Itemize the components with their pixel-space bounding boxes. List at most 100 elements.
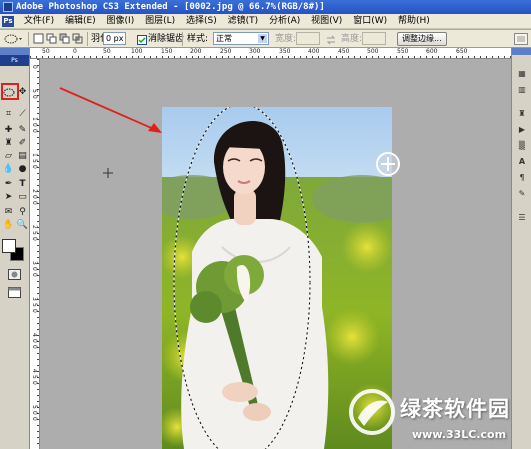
histogram-panel-icon[interactable]: ▥ (516, 84, 528, 95)
screen-mode-icon[interactable] (8, 286, 21, 299)
navigator-panel-icon[interactable]: ▦ (516, 68, 528, 79)
tools-palette: Ps ✥ ⌗ ⟋ ✚ ✎ ♜ ✐ ▱ ▤ 💧 ● ✒ T ➤ ▭ ✉ ⚲ ✋ 🔍 (0, 48, 30, 449)
window-title: Adobe Photoshop CS3 Extended - [0002.jpg… (16, 2, 325, 12)
ruler-tick-label: 600 (426, 48, 438, 55)
vertical-ruler[interactable]: 0 5 0 1 0 0 1 5 0 2 0 0 2 5 0 3 0 0 3 5 … (30, 59, 40, 449)
ruler-tick-label: 150 (161, 48, 173, 55)
photoshop-app-icon (3, 2, 13, 12)
hand-tool-icon[interactable]: ✋ (2, 219, 15, 232)
marquee-tool-highlight-box (1, 83, 19, 100)
photoshop-logo-icon: Ps (2, 16, 14, 27)
dodge-tool-icon[interactable]: ● (16, 163, 29, 176)
tools-palette-header[interactable] (0, 48, 29, 55)
ruler-tick-label: 250 (220, 48, 232, 55)
ruler-tick-label: 0 (31, 195, 38, 199)
ruler-tick-label: 5 (31, 375, 38, 379)
ruler-tick-label: 0 (31, 381, 38, 385)
type-tool-icon[interactable]: T (16, 178, 29, 191)
ruler-tick-label: 0 (31, 123, 38, 127)
menu-help[interactable]: 帮助(H) (394, 14, 434, 29)
ruler-tick-label: 0 (31, 267, 38, 271)
feather-input[interactable]: 0 px (103, 32, 127, 45)
quick-mask-icon[interactable] (8, 268, 21, 281)
ruler-tick-label: 4 (31, 369, 38, 373)
add-selection-cursor-icon (375, 151, 401, 180)
eraser-tool-icon[interactable]: ▱ (2, 150, 15, 163)
ruler-tick-label: 550 (397, 48, 409, 55)
ruler-tick-label: 5 (31, 405, 38, 409)
ruler-tick-label: 0 (31, 129, 38, 133)
width-input[interactable] (296, 32, 320, 45)
brush-tool-icon[interactable]: ✎ (16, 124, 29, 137)
clone-stamp-tool-icon[interactable]: ♜ (2, 137, 15, 150)
annotation-arrow-icon (58, 86, 164, 139)
horizontal-ruler[interactable]: 50 0 50 100 150 200 250 300 350 400 450 … (30, 48, 511, 59)
window-title-bar[interactable]: Adobe Photoshop CS3 Extended - [0002.jpg… (0, 0, 531, 14)
ruler-tick-label: 0 (73, 48, 77, 55)
ruler-tick-label: 0 (31, 273, 38, 277)
style-select-value: 正常 (216, 34, 232, 43)
history-panel-icon[interactable]: ♜ (516, 108, 528, 119)
menu-select[interactable]: 选择(S) (182, 14, 221, 29)
crop-tool-icon[interactable]: ⌗ (2, 108, 15, 121)
height-label: 高度: (341, 34, 363, 44)
refine-edge-button[interactable]: 调整边缘... (397, 32, 447, 46)
panels-header[interactable] (512, 48, 531, 55)
tool-options-bar: 羽化: 0 px 消除锯齿 样式: 正常 ▼ 宽度: 高度: 调整边缘... (0, 30, 531, 48)
layers-panel-icon[interactable]: ☰ (516, 212, 528, 223)
ruler-tick-label: 5 (31, 89, 38, 93)
ruler-tick-label: 1 (31, 153, 38, 157)
style-select[interactable]: 正常 ▼ (213, 32, 269, 45)
ruler-tick-label: 2 (31, 189, 38, 193)
menu-filter[interactable]: 滤镜(T) (224, 14, 263, 29)
foreground-color-swatch-front[interactable] (2, 239, 16, 253)
height-input[interactable] (362, 32, 386, 45)
ruler-tick-label: 200 (190, 48, 202, 55)
ruler-tick-label: 5 (31, 303, 38, 307)
menu-file[interactable]: 文件(F) (20, 14, 58, 29)
ruler-tick-label: 350 (279, 48, 291, 55)
eyedropper-tool-icon[interactable]: ⚲ (16, 206, 29, 219)
menu-window[interactable]: 窗口(W) (349, 14, 391, 29)
watermark-url: www.33LC.com (412, 428, 507, 441)
ruler-tick-label: 50 (103, 48, 111, 55)
menu-analysis[interactable]: 分析(A) (265, 14, 304, 29)
ruler-tick-label: 0 (31, 201, 38, 205)
style-label: 样式: (187, 34, 209, 44)
watermark-logo-icon (348, 388, 396, 439)
options-separator (28, 32, 29, 46)
menu-layer[interactable]: 图层(L) (141, 14, 179, 29)
path-selection-tool-icon[interactable]: ➤ (2, 191, 15, 204)
options-separator (87, 32, 88, 46)
brushes-panel-icon[interactable]: ✎ (516, 188, 528, 199)
ruler-tick-label: 300 (249, 48, 261, 55)
slice-tool-icon[interactable]: ⟋ (16, 108, 29, 121)
menu-view[interactable]: 视图(V) (307, 14, 346, 29)
options-separator (182, 32, 183, 46)
menu-image[interactable]: 图像(I) (103, 14, 139, 29)
gradient-tool-icon[interactable]: ▤ (16, 150, 29, 163)
chevron-down-icon: ▼ (258, 34, 267, 43)
notes-tool-icon[interactable]: ✉ (2, 206, 15, 219)
ruler-tick-label: 5 (31, 159, 38, 163)
menu-edit[interactable]: 编辑(E) (61, 14, 100, 29)
ruler-tick-label: 100 (131, 48, 143, 55)
shape-tool-icon[interactable]: ▭ (16, 191, 29, 204)
actions-panel-icon[interactable]: ▶ (516, 124, 528, 135)
ruler-tick-label: 0 (31, 339, 38, 343)
blur-tool-icon[interactable]: 💧 (2, 163, 15, 176)
ruler-tick-label: 0 (31, 345, 38, 349)
ruler-tick-label: 0 (31, 65, 38, 69)
ruler-tick-label: 0 (31, 309, 38, 313)
ruler-tick-label: 0 (31, 165, 38, 169)
character-panel-icon[interactable]: A (516, 156, 528, 167)
swatches-panel-icon[interactable]: ▒ (516, 140, 528, 151)
photoshop-logo-icon: Ps (0, 55, 29, 66)
zoom-tool-icon[interactable]: 🔍 (16, 219, 29, 232)
healing-brush-tool-icon[interactable]: ✚ (2, 124, 15, 137)
history-brush-tool-icon[interactable]: ✐ (16, 137, 29, 150)
pen-tool-icon[interactable]: ✒ (2, 178, 15, 191)
ruler-tick-label: 50 (42, 48, 50, 55)
paragraph-panel-icon[interactable]: ¶ (516, 172, 528, 183)
crosshair-cursor-icon (103, 168, 113, 181)
